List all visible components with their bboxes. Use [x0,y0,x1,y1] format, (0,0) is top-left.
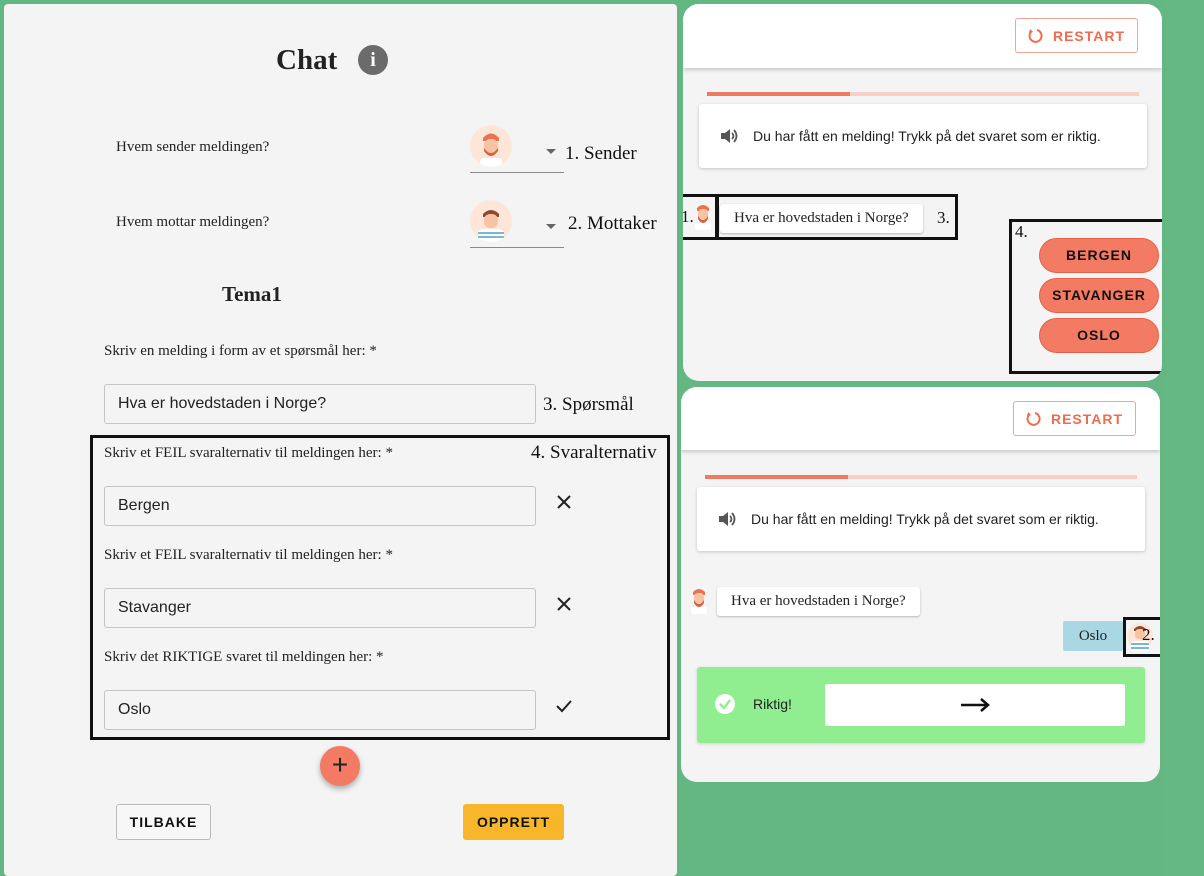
correct-answer-input[interactable]: Oslo [104,690,536,730]
check-circle-icon [715,694,735,714]
receiver-select[interactable] [470,200,564,248]
annotation-receiver-marker: 2. [1142,625,1155,644]
preview-header: RESTART [683,4,1162,68]
notice-text: Du har fått en melding! Trykk på det sva… [751,511,1099,527]
restart-label: RESTART [1050,410,1124,427]
message-notice: Du har fått en melding! Trykk på det sva… [697,487,1145,551]
progress-bar [707,92,1139,96]
back-button[interactable]: TILBAKE [116,804,211,840]
annotation-sender: 1. Sender [565,143,637,164]
answer-option-button[interactable]: STAVANGER [1039,278,1159,313]
annotation-question-marker: 3. [937,208,950,227]
add-answer-button[interactable]: + [320,746,360,786]
sender-question-label: Hvem sender meldingen? [116,139,270,155]
restart-label: RESTART [1052,27,1126,44]
restart-button[interactable]: RESTART [1015,18,1138,53]
answer-field-label: Skriv et FEIL svaralternativ til melding… [104,547,393,563]
question-field-label: Skriv en melding i form av et spørsmål h… [104,343,377,359]
annotation-answers: 4. Svaralternativ [531,442,657,463]
result-text: Riktig! [753,696,792,712]
notice-text: Du har fått en melding! Trykk på det sva… [753,128,1101,144]
question-input[interactable]: Hva er hovedstaden i Norge? [104,384,536,424]
correct-answer-field-label: Skriv det RIKTIGE svaret til meldingen h… [104,649,384,665]
chat-editor-panel: Chat i Hvem sender meldingen? 1. Sender … [4,4,677,876]
page-title: Chat [276,44,338,76]
chevron-down-icon [546,149,556,154]
preview-card-result: RESTART Du har fått en melding! Trykk på… [681,387,1160,782]
arrow-right-icon [961,698,990,712]
progress-fill [705,475,848,479]
answer-option-button[interactable]: BERGEN [1039,238,1159,273]
answer-input[interactable]: Stavanger [104,588,536,628]
sender-avatar [691,202,715,230]
restart-icon [1026,411,1041,426]
answer-field-label: Skriv et FEIL svaralternativ til melding… [104,445,393,461]
sender-avatar [470,125,512,167]
answer-input[interactable]: Bergen [104,486,536,526]
create-button[interactable]: OPPRETT [463,804,564,840]
reply-bubble: Oslo [1063,621,1123,651]
restart-button[interactable]: RESTART [1013,401,1136,436]
progress-fill [707,92,850,96]
message-notice: Du har fått en melding! Trykk på det sva… [699,104,1147,168]
background-strip [1166,0,1204,876]
close-icon[interactable] [554,492,574,512]
check-icon[interactable] [554,696,574,716]
result-panel: Riktig! [697,667,1145,743]
speaker-icon[interactable] [719,126,739,146]
info-icon[interactable]: i [358,45,388,75]
restart-icon [1028,28,1043,43]
preview-card-question: RESTART Du har fått en melding! Trykk på… [683,4,1162,381]
close-icon[interactable] [554,594,574,614]
receiver-avatar [470,200,512,242]
chevron-down-icon [546,224,556,229]
question-bubble: Hva er hovedstaden i Norge? [720,204,923,233]
preview-header: RESTART [681,387,1160,450]
progress-bar [705,475,1137,479]
annotation-receiver: 2. Mottaker [568,213,657,234]
receiver-question-label: Hvem mottar meldingen? [116,214,270,230]
annotation-options-marker: 4. [1015,222,1028,241]
sender-avatar [687,586,711,614]
speaker-icon[interactable] [717,509,737,529]
sender-select[interactable] [470,125,564,173]
question-bubble: Hva er hovedstaden i Norge? [717,587,920,616]
answer-option-button[interactable]: OSLO [1039,318,1159,353]
annotation-question: 3. Spørsmål [543,394,634,415]
topic-heading: Tema1 [222,282,282,306]
next-button[interactable] [825,684,1125,726]
